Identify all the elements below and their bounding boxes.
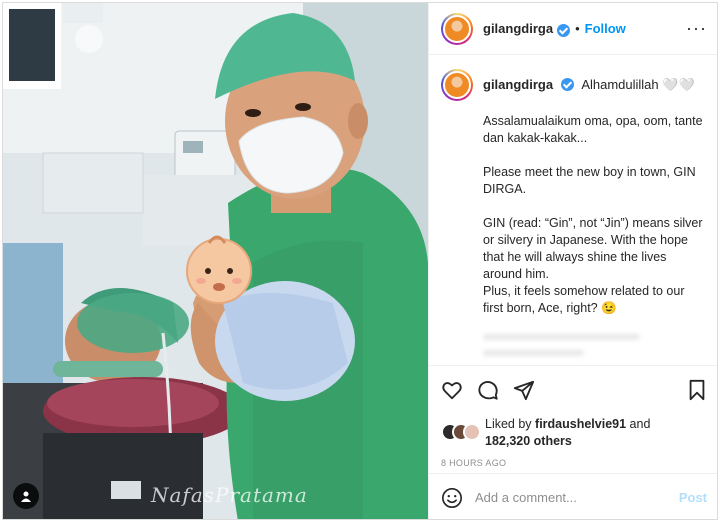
post-actions: Liked by firdaushelvie91 and 182,320 oth…	[429, 365, 717, 468]
caption-author-username[interactable]: gilangdirga	[483, 77, 553, 92]
header-separator: •	[575, 21, 580, 36]
comment-bar: Post	[429, 473, 717, 519]
share-icon[interactable]	[513, 379, 535, 401]
caption-verified-badge-icon	[560, 78, 574, 91]
likes-suffix[interactable]: others	[534, 434, 572, 448]
faded-comment-placeholder	[483, 334, 707, 365]
liker-avatar[interactable]	[463, 423, 481, 441]
caption-headline-row: gilangdirga Alhamdulillah 🤍🤍	[483, 69, 695, 101]
caption-paragraph: Assalamualaikum oma, opa, oom, tante dan…	[483, 114, 703, 145]
more-options-icon[interactable]: ···	[686, 18, 707, 39]
likes-connector: and	[629, 417, 651, 431]
caption-area: gilangdirga Alhamdulillah 🤍🤍 Assalamuala…	[429, 55, 717, 365]
caption-emoji: 🤍🤍	[662, 77, 695, 92]
caption-headline: Alhamdulillah	[581, 77, 659, 92]
follow-button[interactable]: Follow	[585, 21, 626, 36]
post-comment-button[interactable]: Post	[679, 490, 707, 505]
comment-icon[interactable]	[477, 379, 499, 401]
instagram-post-modal: NafasPratama gilangdirga • Follow ··· gi…	[2, 2, 718, 520]
action-icons-row	[441, 378, 707, 402]
likes-text: Liked by firdaushelvie91 and 182,320 oth…	[485, 416, 650, 450]
likes-prefix: Liked by	[485, 417, 532, 431]
liked-by-user-link[interactable]: firdaushelvie91	[535, 417, 626, 431]
caption-header: gilangdirga Alhamdulillah 🤍🤍	[441, 69, 707, 101]
tagged-user-icon[interactable]	[13, 483, 39, 509]
post-timestamp[interactable]: 8 HOURS AGO	[441, 458, 707, 468]
post-photo[interactable]: NafasPratama	[3, 3, 428, 519]
emoji-icon[interactable]	[441, 487, 463, 509]
post-header: gilangdirga • Follow ···	[429, 3, 717, 55]
photo-watermark: NafasPratama	[151, 483, 308, 507]
caption-paragraph: Please meet the new boy in town, GIN DIR…	[483, 165, 696, 196]
bookmark-icon[interactable]	[687, 379, 707, 401]
post-side-panel: gilangdirga • Follow ··· gilangdirga Alh…	[428, 3, 717, 519]
caption-body: Assalamualaikum oma, opa, oom, tante dan…	[483, 113, 707, 317]
author-avatar[interactable]	[441, 12, 473, 45]
likes-summary: Liked by firdaushelvie91 and 182,320 oth…	[441, 416, 707, 450]
likes-count[interactable]: 182,320	[485, 434, 530, 448]
heart-icon[interactable]	[441, 379, 463, 401]
author-username[interactable]: gilangdirga	[483, 21, 553, 36]
comment-input[interactable]	[475, 490, 679, 505]
caption-paragraph: GIN (read: “Gin”, not “Jin”) means silve…	[483, 216, 703, 315]
caption-author-avatar[interactable]	[441, 69, 473, 101]
liker-avatars[interactable]	[441, 423, 481, 443]
verified-badge-icon	[557, 24, 571, 37]
